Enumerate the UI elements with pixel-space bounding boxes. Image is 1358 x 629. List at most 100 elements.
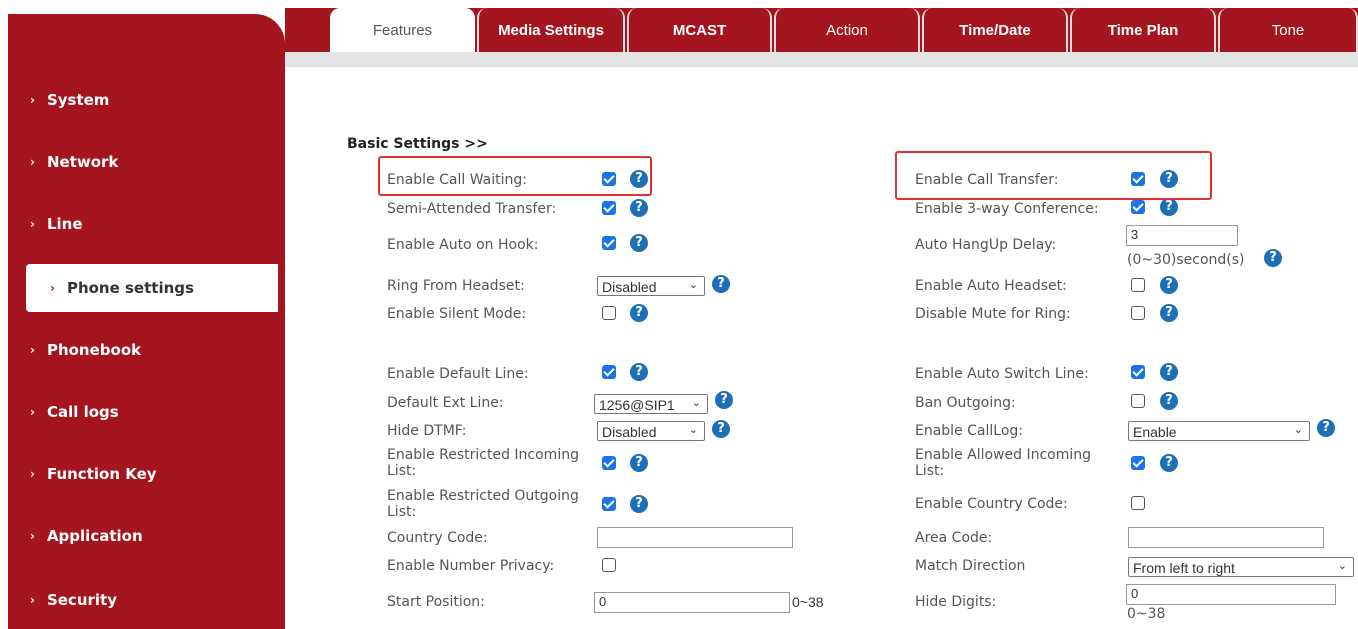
checkbox-enable-restricted-outgoing[interactable] <box>602 497 616 511</box>
section-title: Basic Settings >> <box>347 136 488 152</box>
help-icon[interactable]: ? <box>712 420 730 438</box>
sidebar-item-function-key[interactable]: › Function Key <box>30 454 157 494</box>
label-enable-silent-mode: Enable Silent Mode: <box>387 306 527 322</box>
label-enable-auto-switch-line: Enable Auto Switch Line: <box>915 366 1089 382</box>
label-default-ext-line: Default Ext Line: <box>387 395 504 411</box>
tab-media-settings[interactable]: Media Settings <box>477 8 625 52</box>
help-icon[interactable]: ? <box>1160 198 1178 216</box>
start-position-range: 0~38 <box>792 594 824 610</box>
label-start-position: Start Position: <box>387 594 485 610</box>
label-match-direction: Match Direction <box>915 558 1026 574</box>
sidebar-item-label: Phonebook <box>46 341 142 359</box>
chevron-right-icon: › <box>30 593 35 607</box>
sidebar-item-phonebook[interactable]: › Phonebook <box>30 330 141 370</box>
chevron-down-icon: ⌄ <box>688 424 698 436</box>
sidebar-item-label: Function Key <box>46 465 157 483</box>
select-default-ext-line[interactable]: 1256@SIP1 ⌄ <box>594 394 708 414</box>
label-enable-allowed-incoming-line2: List: <box>915 463 945 479</box>
label-enable-auto-on-hook: Enable Auto on Hook: <box>387 237 539 253</box>
checkbox-semi-attended-transfer[interactable] <box>602 201 616 215</box>
checkbox-enable-country-code[interactable] <box>1131 496 1145 510</box>
help-icon[interactable]: ? <box>1160 454 1178 472</box>
help-icon[interactable]: ? <box>1264 249 1282 267</box>
select-value: From left to right <box>1133 560 1235 576</box>
chevron-right-icon: › <box>50 281 55 295</box>
label-enable-calllog: Enable CallLog: <box>915 423 1023 439</box>
sidebar-item-label: Call logs <box>46 403 119 421</box>
help-icon[interactable]: ? <box>1160 392 1178 410</box>
help-icon[interactable]: ? <box>1160 363 1178 381</box>
tab-features[interactable]: Features <box>330 8 475 52</box>
tab-time-plan[interactable]: Time Plan <box>1070 8 1216 52</box>
checkbox-enable-default-line[interactable] <box>602 365 616 379</box>
highlight-box-call-transfer <box>895 151 1212 200</box>
select-match-direction[interactable]: From left to right ⌄ <box>1128 557 1354 577</box>
chevron-down-icon: ⌄ <box>688 279 698 291</box>
label-enable-restricted-incoming: Enable Restricted Incoming <box>387 447 579 463</box>
help-icon[interactable]: ? <box>630 363 648 381</box>
help-icon[interactable]: ? <box>1160 304 1178 322</box>
chevron-right-icon: › <box>30 217 35 231</box>
label-ban-outgoing: Ban Outgoing: <box>915 395 1016 411</box>
label-hide-dtmf: Hide DTMF: <box>387 423 467 439</box>
tab-tone[interactable]: Tone <box>1218 8 1358 52</box>
sidebar-item-line[interactable]: › Line <box>30 204 83 244</box>
select-hide-dtmf[interactable]: Disabled ⌄ <box>597 421 705 441</box>
select-value: Disabled <box>602 424 657 440</box>
label-enable-auto-headset: Enable Auto Headset: <box>915 278 1067 294</box>
sidebar-item-label: Security <box>46 591 117 609</box>
select-enable-calllog[interactable]: Enable ⌄ <box>1128 421 1310 441</box>
sidebar-item-call-logs[interactable]: › Call logs <box>30 392 119 432</box>
checkbox-disable-mute-for-ring[interactable] <box>1131 306 1145 320</box>
country-code-input[interactable] <box>597 527 793 548</box>
tab-time-date[interactable]: Time/Date <box>922 8 1068 52</box>
help-icon[interactable]: ? <box>630 495 648 513</box>
help-icon[interactable]: ? <box>715 391 733 409</box>
help-icon[interactable]: ? <box>630 454 648 472</box>
sidebar-item-network[interactable]: › Network <box>30 142 118 182</box>
start-position-input[interactable]: 0 <box>594 592 790 613</box>
checkbox-enable-number-privacy[interactable] <box>602 558 616 572</box>
sidebar-item-phone-settings[interactable]: › Phone settings <box>26 264 278 312</box>
checkbox-enable-auto-on-hook[interactable] <box>602 236 616 250</box>
help-icon[interactable]: ? <box>712 275 730 293</box>
tab-action[interactable]: Action <box>774 8 920 52</box>
hide-digits-input[interactable]: 0 <box>1126 584 1336 605</box>
checkbox-enable-silent-mode[interactable] <box>602 306 616 320</box>
checkbox-ban-outgoing[interactable] <box>1131 394 1145 408</box>
hide-digits-range: 0~38 <box>1127 606 1166 622</box>
label-enable-allowed-incoming: Enable Allowed Incoming <box>915 447 1092 463</box>
sidebar-item-label: Application <box>46 527 143 545</box>
select-ring-from-headset[interactable]: Disabled ⌄ <box>597 276 705 296</box>
checkbox-enable-allowed-incoming[interactable] <box>1131 456 1145 470</box>
label-hide-digits: Hide Digits: <box>915 594 997 610</box>
auto-hangup-delay-input[interactable]: 3 <box>1126 225 1238 246</box>
checkbox-enable-3way-conference[interactable] <box>1131 200 1145 214</box>
label-ring-from-headset: Ring From Headset: <box>387 278 525 294</box>
chevron-right-icon: › <box>30 155 35 169</box>
chevron-right-icon: › <box>30 93 35 107</box>
checkbox-enable-auto-switch-line[interactable] <box>1131 365 1145 379</box>
label-enable-default-line: Enable Default Line: <box>387 366 529 382</box>
select-value: 1256@SIP1 <box>599 397 675 413</box>
help-icon[interactable]: ? <box>630 199 648 217</box>
area-code-input[interactable] <box>1128 527 1324 548</box>
help-icon[interactable]: ? <box>1160 276 1178 294</box>
tab-mcast[interactable]: MCAST <box>627 8 772 52</box>
chevron-down-icon: ⌄ <box>691 397 701 409</box>
label-enable-restricted-outgoing: Enable Restricted Outgoing <box>387 488 579 504</box>
sidebar-item-system[interactable]: › System <box>30 80 109 120</box>
label-auto-hangup-delay: Auto HangUp Delay: <box>915 237 1057 253</box>
auto-hangup-delay-range: (0~30)second(s) <box>1127 252 1245 268</box>
checkbox-enable-restricted-incoming[interactable] <box>602 456 616 470</box>
tab-strip <box>285 52 1358 67</box>
label-country-code: Country Code: <box>387 530 488 546</box>
sidebar-item-label: Phone settings <box>66 279 194 297</box>
highlight-box-call-waiting <box>378 156 652 196</box>
checkbox-enable-auto-headset[interactable] <box>1131 278 1145 292</box>
help-icon[interactable]: ? <box>630 234 648 252</box>
sidebar-item-security[interactable]: › Security <box>30 580 117 620</box>
help-icon[interactable]: ? <box>630 304 648 322</box>
sidebar-item-application[interactable]: › Application <box>30 516 143 556</box>
help-icon[interactable]: ? <box>1317 419 1335 437</box>
